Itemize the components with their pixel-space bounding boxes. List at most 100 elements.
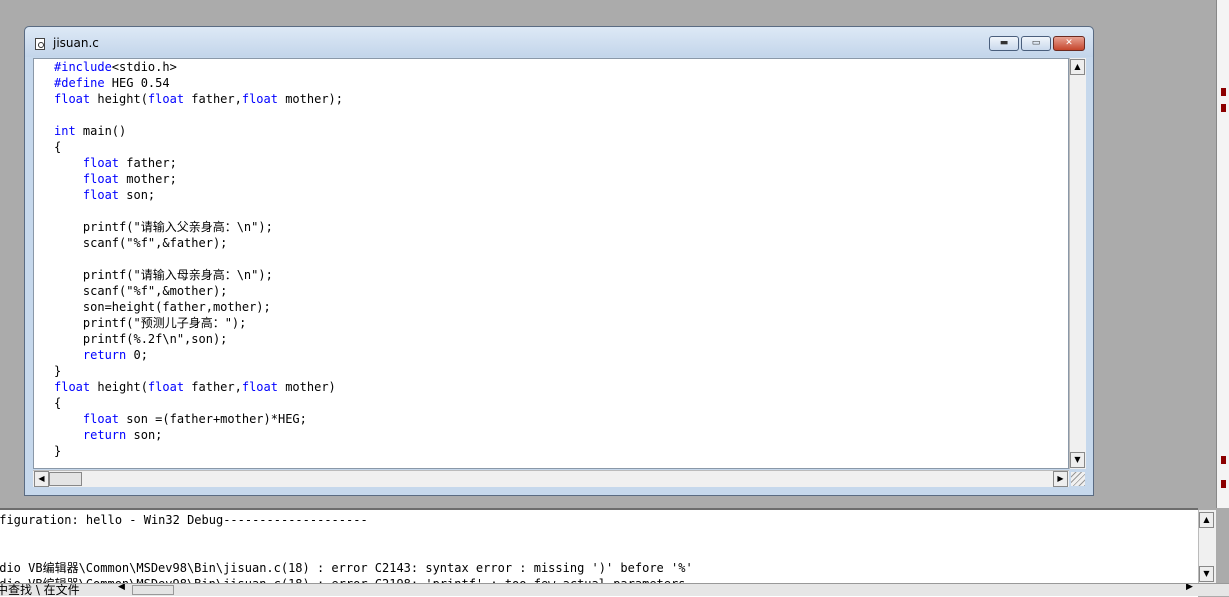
code-keyword: #include: [54, 60, 112, 74]
code-keyword: float: [147, 380, 185, 394]
scroll-right-arrow-icon[interactable]: ▶: [1053, 471, 1068, 487]
code-line[interactable]: {: [54, 139, 343, 155]
code-line[interactable]: printf("请输入母亲身高：\n");: [54, 267, 343, 283]
window-title: jisuan.c: [53, 36, 99, 50]
tab-scroll-right-icon[interactable]: ▶: [1186, 584, 1193, 592]
code-keyword: float: [241, 380, 278, 394]
code-text: height(: [90, 380, 148, 394]
code-keyword: int: [54, 124, 76, 138]
code-text: <stdio.h>: [111, 60, 177, 74]
output-tab-label[interactable]: 中查找 \ 在文件: [0, 584, 80, 596]
window-titlebar[interactable]: jisuan.c ▬ ▭ ✕: [25, 27, 1093, 57]
code-keyword: float: [147, 92, 185, 106]
code-text: printf("请输入父亲身高：\n");: [54, 220, 273, 234]
code-keyword: float: [54, 92, 91, 106]
code-keyword: float: [54, 380, 91, 394]
code-text: printf(%.2f\n",son);: [54, 332, 228, 346]
code-keyword: float: [82, 156, 120, 170]
code-line[interactable]: son=height(father,mother);: [54, 299, 343, 315]
code-line[interactable]: [54, 203, 343, 219]
maximize-button[interactable]: ▭: [1021, 36, 1051, 51]
output-tabstrip: 中查找 \ 在文件 ◀ ▶: [0, 583, 1229, 596]
code-text: scanf("%f",&father);: [54, 236, 228, 250]
minimize-button[interactable]: ▬: [989, 36, 1019, 51]
code-text: {: [54, 396, 62, 410]
code-line[interactable]: scanf("%f",&father);: [54, 235, 343, 251]
scroll-down-arrow-icon[interactable]: ▼: [1070, 452, 1085, 468]
code-line[interactable]: [54, 107, 343, 123]
code-keyword: float: [241, 92, 278, 106]
code-line[interactable]: }: [54, 363, 343, 379]
code-line[interactable]: return 0;: [54, 347, 343, 363]
code-line[interactable]: }: [54, 443, 343, 459]
scroll-left-arrow-icon[interactable]: ◀: [34, 471, 49, 487]
code-line[interactable]: int main(): [54, 123, 343, 139]
code-text: mother;: [119, 172, 177, 186]
source-code[interactable]: #include<stdio.h> #define HEG 0.54 float h…: [54, 59, 343, 459]
code-line[interactable]: float son;: [54, 187, 343, 203]
code-keyword: return: [82, 348, 127, 362]
code-text: printf("请输入母亲身高：\n");: [54, 268, 273, 282]
code-keyword: float: [82, 412, 120, 426]
code-line[interactable]: return son;: [54, 427, 343, 443]
code-line[interactable]: float father;: [54, 155, 343, 171]
close-button[interactable]: ✕: [1053, 36, 1085, 51]
code-line[interactable]: float height(float father,float mother): [54, 379, 343, 395]
scroll-up-arrow-icon[interactable]: ▲: [1070, 59, 1085, 75]
code-keyword: float: [82, 188, 120, 202]
code-line[interactable]: #define HEG 0.54: [54, 75, 343, 91]
output-horizontal-scroll-thumb[interactable]: [132, 585, 174, 595]
code-text: printf("预测儿子身高：");: [54, 316, 247, 330]
code-text: father,: [184, 380, 242, 394]
resize-grip-icon[interactable]: [1071, 472, 1085, 486]
code-line[interactable]: float mother;: [54, 171, 343, 187]
code-line[interactable]: float son =(father+mother)*HEG;: [54, 411, 343, 427]
code-keyword: float: [82, 172, 120, 186]
code-text: father,: [184, 92, 242, 106]
code-line[interactable]: #include<stdio.h>: [54, 59, 343, 75]
code-text: father;: [119, 156, 177, 170]
code-text: 0;: [126, 348, 148, 362]
code-text: HEG 0.54: [104, 76, 170, 90]
code-editor[interactable]: #include<stdio.h> #define HEG 0.54 float h…: [33, 58, 1069, 469]
editor-window: jisuan.c ▬ ▭ ✕ #include<stdio.h> #define …: [24, 26, 1094, 496]
code-text: {: [54, 140, 62, 154]
output-line[interactable]: nfiguration: hello - Win32 Debug--------…: [0, 512, 693, 528]
output-line[interactable]: udio VB编辑器\Common\MSDev98\Bin\jisuan.c(1…: [0, 560, 693, 576]
code-text: mother): [277, 380, 336, 394]
code-text: mother);: [277, 92, 343, 106]
code-text: main(): [75, 124, 127, 138]
code-line[interactable]: float height(float father,float mother);: [54, 91, 343, 107]
code-text: son=height(father,mother);: [54, 300, 271, 314]
edge-marker: [1221, 104, 1226, 112]
code-line[interactable]: {: [54, 395, 343, 411]
editor-vertical-scrollbar[interactable]: ▲ ▼: [1069, 58, 1086, 469]
code-text: }: [54, 444, 62, 458]
code-text: son;: [119, 188, 156, 202]
output-line[interactable]: [0, 528, 693, 544]
output-line[interactable]: [0, 544, 693, 560]
code-text: son;: [126, 428, 163, 442]
code-line[interactable]: [54, 251, 343, 267]
horizontal-scroll-thumb[interactable]: [49, 472, 82, 486]
code-line[interactable]: printf("请输入父亲身高：\n");: [54, 219, 343, 235]
code-line[interactable]: scanf("%f",&mother);: [54, 283, 343, 299]
code-line[interactable]: printf("预测儿子身高：");: [54, 315, 343, 331]
code-text: height(: [90, 92, 148, 106]
c-source-file-icon: [35, 38, 45, 50]
build-output-text[interactable]: nfiguration: hello - Win32 Debug--------…: [0, 512, 693, 592]
code-text: scanf("%f",&mother);: [54, 284, 228, 298]
output-scroll-up-arrow-icon[interactable]: ▲: [1199, 512, 1214, 528]
code-keyword: #define: [54, 76, 105, 90]
code-line[interactable]: printf(%.2f\n",son);: [54, 331, 343, 347]
editor-horizontal-scrollbar[interactable]: ◀ ▶: [33, 470, 1069, 487]
code-text: son =(father+mother)*HEG;: [119, 412, 307, 426]
output-scroll-down-arrow-icon[interactable]: ▼: [1199, 566, 1214, 582]
tab-scroll-left-icon[interactable]: ◀: [118, 584, 125, 592]
code-text: }: [54, 364, 62, 378]
output-vertical-scrollbar[interactable]: ▲ ▼: [1198, 510, 1216, 583]
edge-marker: [1221, 480, 1226, 488]
